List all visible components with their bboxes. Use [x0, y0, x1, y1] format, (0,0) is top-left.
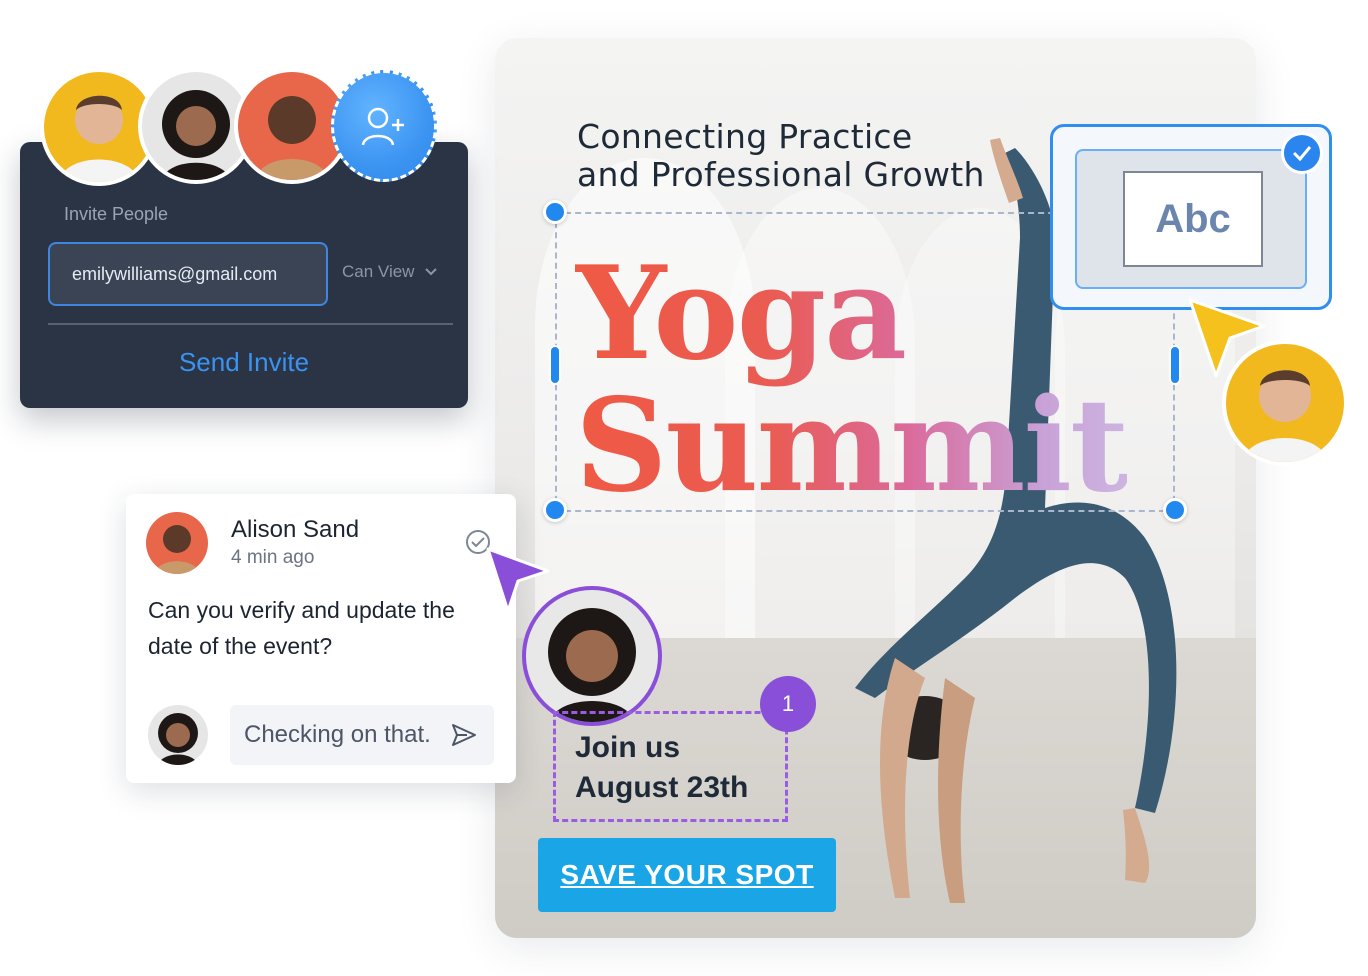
comment-card: Alison Sand 4 min ago Can you verify and… — [126, 494, 516, 783]
step-badge: 1 — [760, 676, 816, 732]
send-invite-button[interactable]: Send Invite — [20, 347, 468, 378]
subtitle-line-2: and Professional Growth — [577, 155, 985, 194]
chevron-down-icon — [424, 262, 438, 282]
comment-avatar — [146, 512, 208, 574]
poster-subtitle: Connecting Practice and Professional Gro… — [577, 118, 985, 194]
collaborator-avatar[interactable] — [522, 586, 662, 726]
divider — [48, 323, 453, 325]
resize-handle-top-left[interactable] — [543, 200, 567, 224]
collaborator-cursor-icon — [486, 547, 550, 613]
send-icon[interactable] — [451, 723, 477, 752]
user-plus-icon — [361, 107, 404, 146]
reply-text: Checking on that. — [244, 721, 431, 748]
comment-author: Alison Sand — [231, 516, 360, 543]
user-avatar[interactable] — [1222, 340, 1348, 466]
check-icon — [1281, 132, 1323, 174]
save-spot-button[interactable]: SAVE YOUR SPOT — [538, 838, 836, 912]
resize-handle-bottom-left[interactable] — [543, 498, 567, 522]
email-field[interactable]: emilywilliams@gmail.com — [48, 242, 328, 306]
font-sample: Abc — [1123, 171, 1263, 267]
reply-avatar — [148, 705, 208, 765]
permission-label: Can View — [342, 262, 415, 281]
font-option[interactable]: Abc — [1075, 149, 1307, 289]
resize-handle-left[interactable] — [549, 345, 561, 385]
resize-handle-bottom-right[interactable] — [1163, 498, 1187, 522]
date-selection-box — [553, 711, 788, 822]
resize-handle-right[interactable] — [1169, 345, 1181, 385]
permission-dropdown[interactable]: Can View — [342, 262, 438, 282]
comment-text: Can you verify and update the date of th… — [148, 597, 455, 659]
comment-time: 4 min ago — [231, 547, 315, 568]
add-user-button[interactable] — [331, 70, 437, 182]
invite-label: Invite People — [64, 204, 169, 224]
subtitle-line-1: Connecting Practice — [577, 117, 913, 156]
